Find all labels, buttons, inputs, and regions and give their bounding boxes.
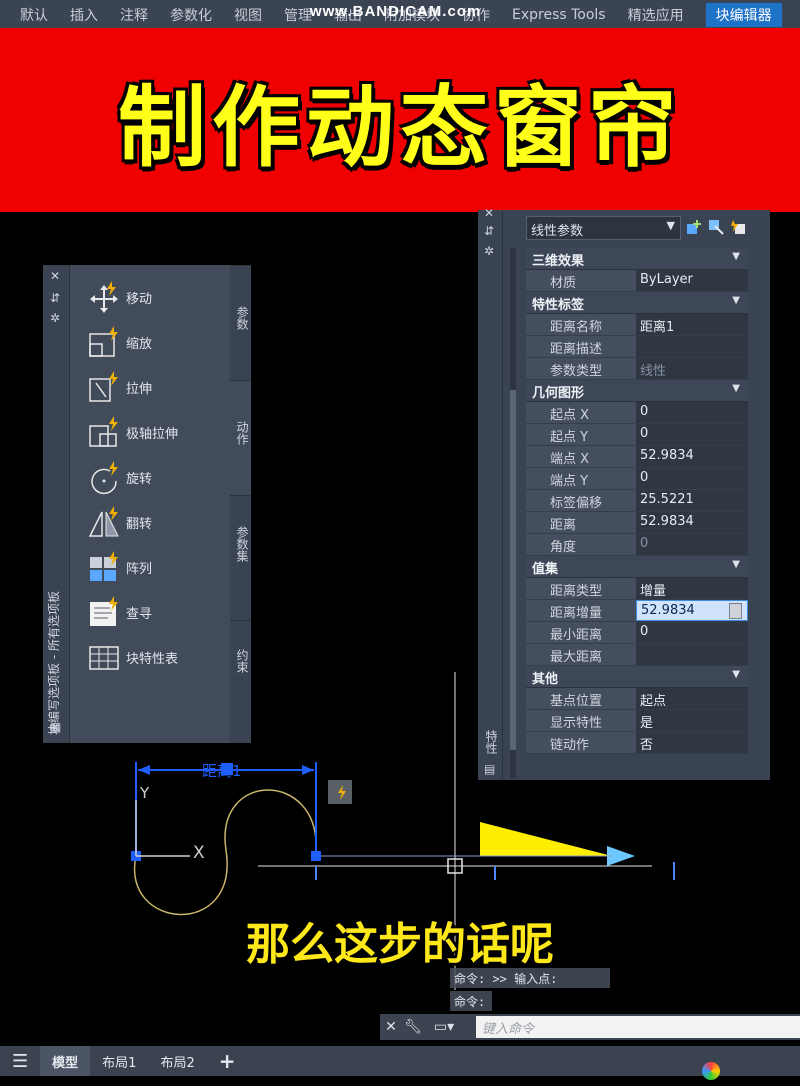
stretch-action-icon: [89, 371, 118, 402]
close-icon[interactable]: ✕: [50, 269, 60, 283]
close-icon[interactable]: ✕: [380, 1019, 402, 1035]
properties-title: 特性: [484, 730, 498, 754]
block-table-icon: [89, 646, 119, 670]
property-row[interactable]: 角度 0: [526, 534, 748, 556]
property-row[interactable]: 端点 Y0: [526, 468, 748, 490]
object-type-select[interactable]: 线性参数 ▼: [526, 216, 681, 240]
tab-model[interactable]: 模型: [40, 1046, 91, 1076]
polar-stretch-action-icon: [89, 416, 118, 447]
palette-title: 块编写选项板 - 所有选项板: [47, 591, 61, 735]
property-row[interactable]: 端点 X 52.9834: [526, 446, 748, 468]
array-action-icon: [90, 551, 118, 581]
dimension-label: 距离1: [202, 762, 242, 780]
recent-commands-icon[interactable]: ▭▾: [424, 1019, 464, 1035]
customize-wrench-icon[interactable]: 🔧︎: [402, 1019, 424, 1035]
palette-title-strip: ✕ ⇵ ✲ 块编写选项板 - 所有选项板 ▦: [43, 265, 70, 743]
section-property-labels[interactable]: 特性标签 ▼: [526, 292, 748, 314]
quick-select-icon[interactable]: [729, 218, 747, 236]
add-layout-button[interactable]: +: [207, 1046, 248, 1076]
auto-hide-icon[interactable]: ⇵: [484, 224, 494, 238]
distance-increment-input[interactable]: 52.9834: [641, 603, 695, 618]
chevron-down-icon: ▼: [666, 219, 675, 232]
properties-scroll-thumb[interactable]: [510, 390, 516, 750]
palette-tabs: 参数 动作 参数集 约束: [230, 265, 251, 743]
rotate-action-icon: [91, 461, 118, 495]
video-subtitle: 那么这步的话呢: [246, 919, 554, 970]
section-value-set[interactable]: 值集 ▼: [526, 556, 748, 578]
section-3d-effects[interactable]: 三维效果 ▼: [526, 248, 748, 270]
property-row[interactable]: 最小距离 0: [526, 622, 748, 644]
tab-layout2[interactable]: 布局2: [148, 1046, 206, 1076]
collapse-icon: ▼: [732, 383, 740, 394]
tab-actions[interactable]: 动作: [230, 380, 251, 495]
property-row[interactable]: 材质 ByLayer: [526, 270, 748, 292]
tab-parameter-sets[interactable]: 参数集: [230, 495, 251, 620]
collapse-icon: ▼: [732, 559, 740, 570]
ucs-y-label: Y: [139, 784, 150, 802]
tool-move[interactable]: 移动: [86, 277, 152, 317]
tab-parameters[interactable]: 参数: [230, 265, 251, 380]
tab-constraints[interactable]: 约束: [230, 620, 251, 715]
properties-palette: ✕ ⇵ ✲ 特性 ▤ 线性参数 ▼ 三维效果 ▼ 材质 ByLayer 特性标签 ▼ …: [478, 206, 770, 780]
properties-grid: 三维效果 ▼ 材质 ByLayer 特性标签 ▼ 距离名称 距离1 距离描述 参数类型线…: [526, 248, 748, 754]
tool-polar-stretch[interactable]: 极轴拉伸: [86, 412, 178, 452]
command-line: ✕ 🔧︎ ▭▾ 键入命令: [380, 1014, 800, 1040]
properties-settings-icon[interactable]: ✲: [484, 244, 494, 258]
array-grip-triangle: [480, 822, 612, 856]
property-row[interactable]: 标签偏移 25.5221: [526, 490, 748, 512]
properties-title-strip: ✕ ⇵ ✲ 特性 ▤: [478, 206, 503, 780]
toggle-pickadd-icon[interactable]: [685, 218, 703, 236]
tool-flip[interactable]: 翻转: [86, 502, 152, 542]
property-row[interactable]: 距离名称 距离1: [526, 314, 748, 336]
palette-settings-icon[interactable]: ✲: [50, 311, 60, 325]
lookup-action-icon: [90, 596, 118, 626]
property-row[interactable]: 距离 52.9834: [526, 512, 748, 534]
tool-scale[interactable]: 缩放: [86, 322, 152, 362]
collapse-icon: ▼: [732, 295, 740, 306]
scale-action-icon: [89, 326, 118, 357]
calculator-icon[interactable]: [729, 603, 742, 619]
command-history-line: 命令: >> 输入点:: [450, 968, 610, 988]
command-history-line: 命令:: [450, 991, 492, 1011]
tool-stretch[interactable]: 拉伸: [86, 367, 152, 407]
section-geometry[interactable]: 几何图形 ▼: [526, 380, 748, 402]
hamburger-menu-icon[interactable]: ☰: [0, 1046, 40, 1076]
command-input[interactable]: 键入命令: [476, 1016, 800, 1038]
section-misc[interactable]: 其他 ▼: [526, 666, 748, 688]
end-grip: [311, 851, 321, 861]
action-tool-list: 移动 缩放 拉伸 极轴拉伸 旋转 翻转 阵列 查寻 块特性表: [70, 265, 230, 743]
app-logo-icon: [702, 1062, 720, 1080]
select-objects-icon[interactable]: [707, 218, 725, 236]
property-row[interactable]: 起点 X0: [526, 402, 748, 424]
layout-tab-bar: ☰ 模型 布局1 布局2 +: [0, 1046, 800, 1076]
properties-menu-icon[interactable]: ▤: [484, 762, 495, 776]
block-authoring-palette: ✕ ⇵ ✲ 块编写选项板 - 所有选项板 ▦ 移动 缩放 拉伸 极轴拉伸 旋转 …: [43, 265, 251, 743]
ucs-x-label: X: [193, 843, 205, 863]
tab-layout1[interactable]: 布局1: [90, 1046, 148, 1076]
property-row[interactable]: 链动作否: [526, 732, 748, 754]
auto-hide-icon[interactable]: ⇵: [50, 291, 60, 305]
property-row[interactable]: 起点 Y0: [526, 424, 748, 446]
property-row[interactable]: 基点位置 起点: [526, 688, 748, 710]
curtain-curve: [133, 789, 317, 916]
flip-action-icon: [88, 506, 119, 537]
collapse-icon: ▼: [732, 669, 740, 680]
close-icon[interactable]: ✕: [484, 206, 494, 220]
tool-lookup[interactable]: 查寻: [86, 592, 152, 632]
property-row[interactable]: 显示特性是: [526, 710, 748, 732]
move-action-icon: [90, 281, 118, 313]
collapse-icon: ▼: [732, 251, 740, 262]
property-row-selected[interactable]: 距离增量 52.9834: [526, 600, 748, 622]
tool-array[interactable]: 阵列: [86, 547, 152, 587]
palette-menu-icon[interactable]: ▦: [50, 720, 61, 734]
property-row[interactable]: 距离描述: [526, 336, 748, 358]
tool-rotate[interactable]: 旋转: [86, 457, 152, 497]
property-row[interactable]: 最大距离: [526, 644, 748, 666]
properties-toolbar: [685, 218, 747, 236]
tool-block-table[interactable]: 块特性表: [86, 637, 178, 677]
property-row[interactable]: 参数类型 线性: [526, 358, 748, 380]
property-row[interactable]: 距离类型 增量: [526, 578, 748, 600]
